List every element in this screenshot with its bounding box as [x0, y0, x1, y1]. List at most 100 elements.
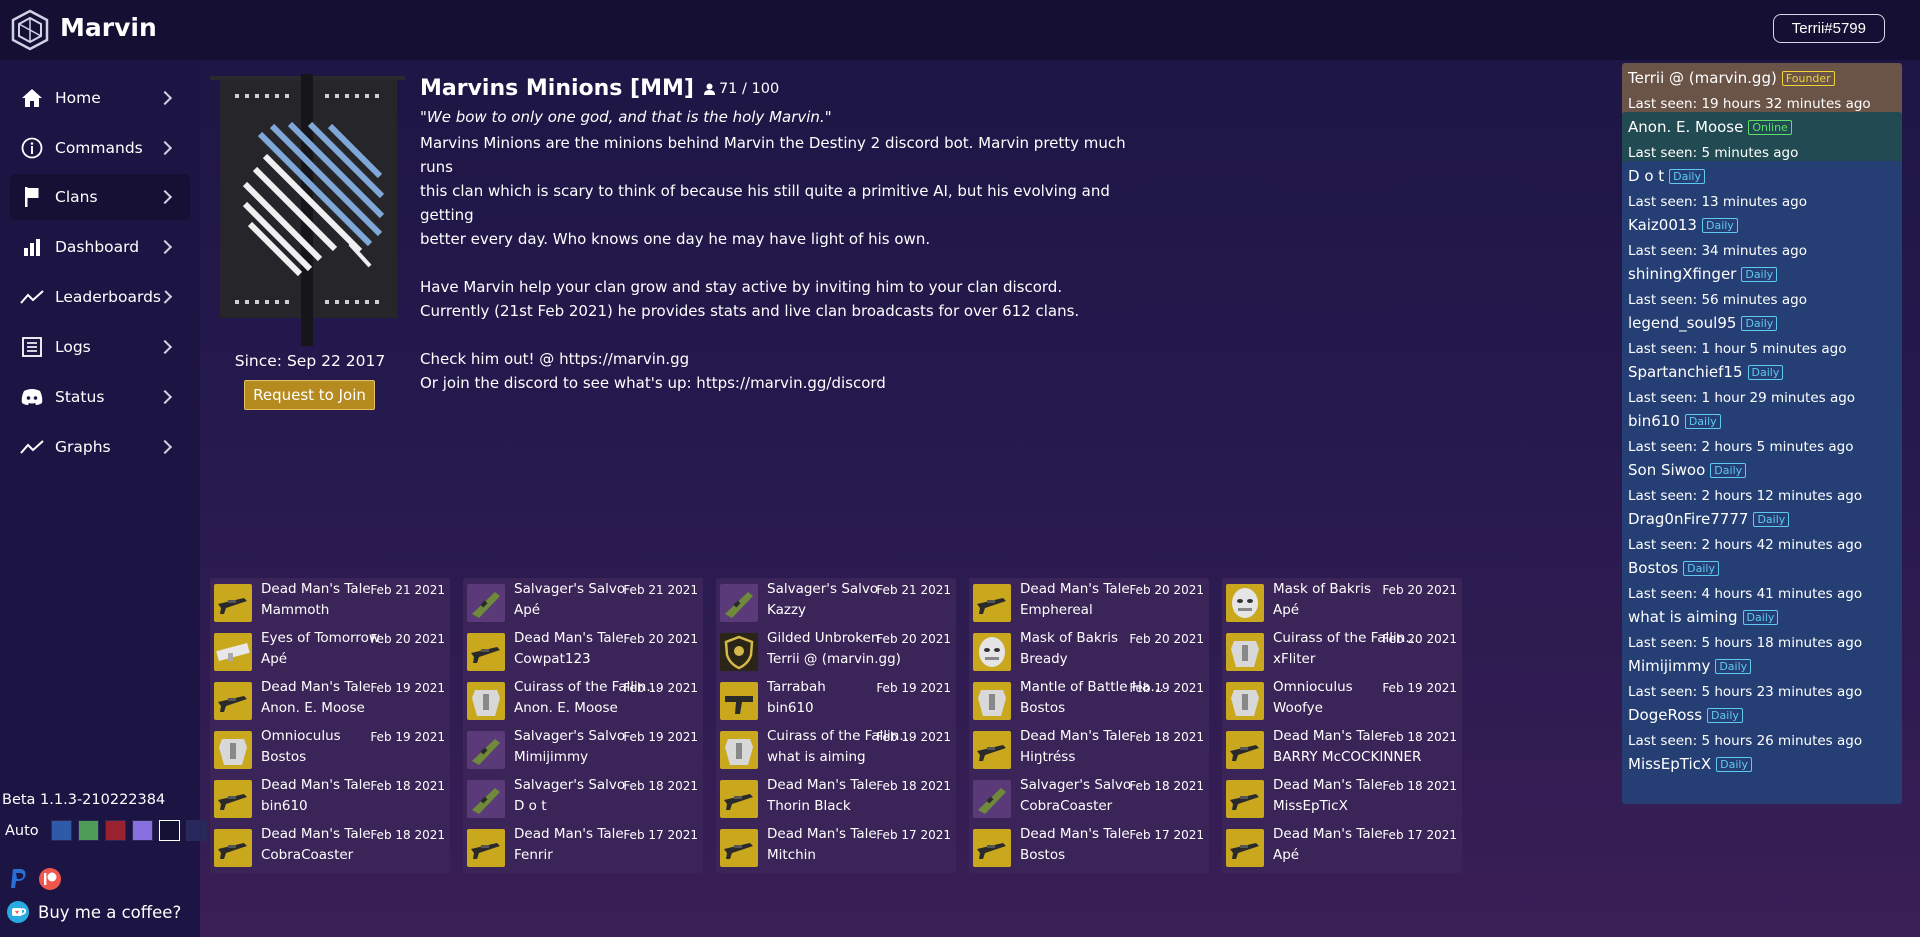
broadcast-player: Mammoth	[261, 602, 330, 618]
top-bar: Marvin Terrii#5799	[0, 0, 1920, 60]
member-card[interactable]: Spartanchief15 Daily Last seen: 1 hour 29 …	[1622, 357, 1902, 412]
theme-swatch-blue[interactable]	[50, 820, 72, 841]
member-card[interactable]: D o t Daily Last seen: 13 minutes ago	[1622, 161, 1902, 216]
broadcast-card[interactable]: Salvager's Salvo Feb 21 2021 Kazzy	[716, 578, 956, 628]
member-status-badge: Daily	[1747, 364, 1784, 380]
broadcast-card[interactable]: Dead Man's Tale Feb 20 2021 Emphereal	[969, 578, 1209, 628]
broadcast-card[interactable]: Dead Man's Tale Feb 18 2021 Thorin Black	[716, 774, 956, 824]
paypal-icon[interactable]	[6, 867, 30, 891]
broadcast-card[interactable]: Dead Man's Tale Feb 19 2021 Anon. E. Moose	[210, 676, 450, 726]
member-name: Terrii @ (marvin.gg)	[1628, 69, 1777, 87]
member-status-badge: Daily	[1710, 462, 1747, 478]
member-card[interactable]: Anon. E. Moose Online Last seen: 5 minutes…	[1622, 112, 1902, 167]
broadcast-card[interactable]: Salvager's Salvo Feb 18 2021 D o t	[463, 774, 703, 824]
member-card[interactable]: DogeRoss Daily Last seen: 5 hours 26 minut…	[1622, 700, 1902, 755]
broadcast-player: bin610	[767, 700, 814, 716]
sidebar-item-commands[interactable]: Commands	[10, 125, 190, 171]
member-last-seen: Last seen: 5 hours 23 minutes ago	[1628, 684, 1863, 700]
broadcast-player: CobraCoaster	[261, 847, 354, 863]
broadcast-card[interactable]: Mask of Bakris Feb 20 2021 Bready	[969, 627, 1209, 677]
sidebar-item-leaderboards[interactable]: Leaderboards	[10, 274, 190, 320]
member-card[interactable]: Son Siwoo Daily Last seen: 2 hours 12 minu…	[1622, 455, 1902, 510]
broadcast-date: Feb 19 2021	[370, 730, 445, 744]
member-card[interactable]: bin610 Daily Last seen: 2 hours 5 minutes …	[1622, 406, 1902, 461]
broadcast-date: Feb 20 2021	[1382, 583, 1457, 597]
member-card[interactable]: legend_soul95 Daily Last seen: 1 hour 5 mi…	[1622, 308, 1902, 363]
sidebar-item-status[interactable]: Status	[10, 374, 190, 420]
broadcast-card[interactable]: Dead Man's Tale Feb 20 2021 Cowpat123	[463, 627, 703, 677]
trend-icon	[20, 285, 44, 309]
request-to-join-button[interactable]: Request to Join	[244, 380, 375, 410]
broadcast-card[interactable]: Dead Man's Tale Feb 17 2021 Bostos	[969, 823, 1209, 873]
launcher-icon	[467, 780, 505, 818]
patreon-icon[interactable]	[38, 867, 62, 891]
broadcast-card[interactable]: Mask of Bakris Feb 20 2021 Apé	[1222, 578, 1462, 628]
broadcast-card[interactable]: Salvager's Salvo Feb 18 2021 CobraCoaster	[969, 774, 1209, 824]
marvin-logo-icon[interactable]	[10, 9, 50, 51]
broadcast-card[interactable]: Omnioculus Feb 19 2021 Woofye	[1222, 676, 1462, 726]
description-line[interactable]: Check him out! @ https://marvin.gg	[420, 347, 1140, 371]
member-card[interactable]: shiningXfinger Daily Last seen: 56 minutes…	[1622, 259, 1902, 314]
member-card[interactable]: Mimijimmy Daily Last seen: 5 hours 23 minu…	[1622, 651, 1902, 706]
theme-swatch-purple[interactable]	[131, 820, 153, 841]
broadcast-card[interactable]: Tarrabah Feb 19 2021 bin610	[716, 676, 956, 726]
broadcast-card[interactable]: Eyes of Tomorrow Feb 20 2021 Apé	[210, 627, 450, 677]
theme-swatch-navy[interactable]	[185, 820, 207, 841]
broadcast-card[interactable]: Salvager's Salvo Feb 19 2021 Mimijimmy	[463, 725, 703, 775]
member-header: what is aiming Daily	[1628, 608, 1779, 626]
broadcast-card[interactable]: Dead Man's Tale Feb 21 2021 Mammoth	[210, 578, 450, 628]
member-card[interactable]: what is aiming Daily Last seen: 5 hours 18…	[1622, 602, 1902, 657]
sidebar-item-label: Graphs	[55, 438, 111, 456]
broadcast-date: Feb 20 2021	[623, 632, 698, 646]
theme-swatch-green[interactable]	[77, 820, 99, 841]
member-card[interactable]: Drag0nFire7777 Daily Last seen: 2 hours 42…	[1622, 504, 1902, 559]
gun-icon	[467, 829, 505, 867]
broadcast-card[interactable]: Dead Man's Tale Feb 17 2021 Apé	[1222, 823, 1462, 873]
member-card[interactable]: Terrii @ (marvin.gg) Founder Last seen: 19…	[1622, 63, 1902, 118]
app-title[interactable]: Marvin	[60, 13, 157, 42]
member-name: Drag0nFire7777	[1628, 510, 1749, 528]
broadcast-card[interactable]: Mantle of Battle HarmonyFeb 19 2021Bosto…	[969, 676, 1209, 726]
broadcast-date: Feb 17 2021	[876, 828, 951, 842]
broadcast-date: Feb 19 2021	[623, 730, 698, 744]
broadcast-card[interactable]: Dead Man's Tale Feb 18 2021 bin610	[210, 774, 450, 824]
theme-auto-option[interactable]: Auto	[5, 823, 39, 839]
armor-icon	[467, 682, 505, 720]
member-name: Kaiz0013	[1628, 216, 1697, 234]
member-status-badge: Daily	[1753, 511, 1790, 527]
member-card[interactable]: MissEpTicX Daily	[1622, 749, 1902, 804]
broadcast-card[interactable]: Salvager's Salvo Feb 21 2021 Apé	[463, 578, 703, 628]
coffee-link[interactable]: Buy me a coffee?	[6, 900, 181, 924]
broadcast-card[interactable]: Dead Man's Tale Feb 18 2021 Hiŋtréss	[969, 725, 1209, 775]
member-card[interactable]: Bostos Daily Last seen: 4 hours 41 minutes…	[1622, 553, 1902, 608]
sidebar-item-dashboard[interactable]: Dashboard	[10, 224, 190, 270]
chevron-right-icon	[157, 239, 173, 255]
broadcast-player: Fenrir	[514, 847, 553, 863]
broadcast-date: Feb 18 2021	[370, 779, 445, 793]
theme-swatch-dark[interactable]	[158, 820, 180, 841]
rocket-icon	[214, 633, 252, 671]
broadcast-card[interactable]: Dead Man's Tale Feb 18 2021 BARRY McCOCKIN…	[1222, 725, 1462, 775]
broadcast-date: Feb 18 2021	[1129, 730, 1204, 744]
broadcast-card[interactable]: Cuirass of the Falling StarFeb 19 2021An…	[463, 676, 703, 726]
broadcast-card[interactable]: Dead Man's Tale Feb 18 2021 MissEpTicX	[1222, 774, 1462, 824]
broadcast-card[interactable]: Dead Man's Tale Feb 18 2021 CobraCoaster	[210, 823, 450, 873]
broadcast-card[interactable]: Cuirass of the Falling StarFeb 20 2021xF…	[1222, 627, 1462, 677]
chevron-right-icon	[157, 439, 173, 455]
broadcast-card[interactable]: Dead Man's Tale Feb 17 2021 Fenrir	[463, 823, 703, 873]
broadcast-card[interactable]: Cuirass of the Falling StarFeb 19 2021wh…	[716, 725, 956, 775]
description-line[interactable]: Or join the discord to see what's up: ht…	[420, 371, 1140, 395]
sidebar-item-clans[interactable]: Clans	[10, 174, 190, 220]
chevron-right-icon	[157, 339, 173, 355]
info-icon	[20, 136, 44, 160]
user-account-button[interactable]: Terrii#5799	[1772, 14, 1885, 43]
theme-swatch-red[interactable]	[104, 820, 126, 841]
broadcast-card[interactable]: Gilded Unbroken Feb 20 2021 Terrii @ (marv…	[716, 627, 956, 677]
sidebar-item-home[interactable]: Home	[10, 75, 190, 121]
broadcast-card[interactable]: Omnioculus Feb 19 2021 Bostos	[210, 725, 450, 775]
broadcast-card[interactable]: Dead Man's Tale Feb 17 2021 Mitchin	[716, 823, 956, 873]
member-card[interactable]: Kaiz0013 Daily Last seen: 34 minutes ago	[1622, 210, 1902, 265]
sidebar-item-logs[interactable]: Logs	[10, 324, 190, 370]
member-status-badge: Daily	[1669, 168, 1705, 184]
sidebar-item-graphs[interactable]: Graphs	[10, 424, 190, 470]
